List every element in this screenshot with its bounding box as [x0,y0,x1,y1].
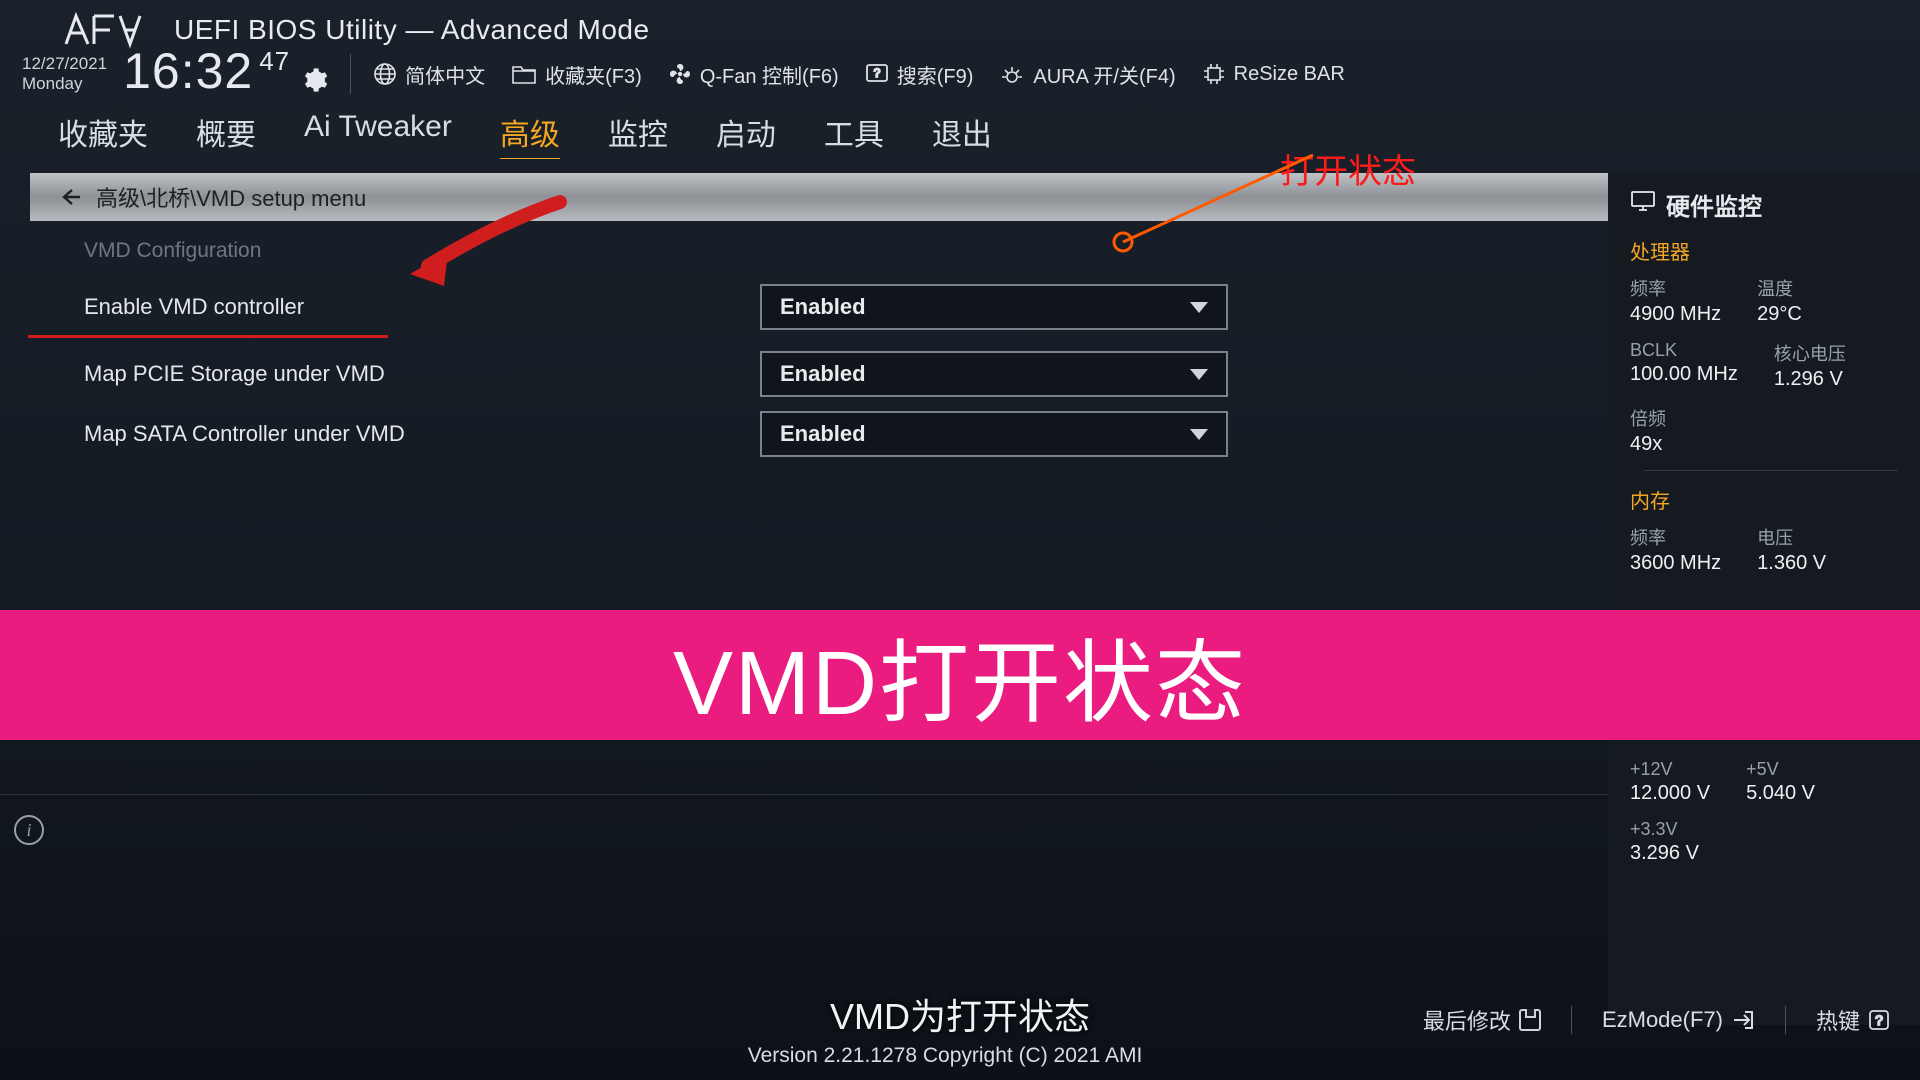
language-label: 简体中文 [405,60,485,89]
section-title: VMD Configuration [84,239,1608,263]
favorites-tool[interactable]: 收藏夹(F3) [511,60,642,89]
mem-heading: 内存 [1630,485,1898,514]
qfan-label: Q-Fan 控制(F6) [700,60,839,89]
folder-icon [511,63,537,85]
brand-logo [60,10,144,50]
resizebar-label: ReSize BAR [1234,63,1345,86]
gear-icon[interactable] [300,48,328,106]
hotkey-button[interactable]: 热键 ? [1816,1004,1890,1036]
volt-12: +12V12.000 V [1630,759,1710,805]
weekday: Monday [22,74,107,94]
globe-icon [373,62,397,86]
cpu-freq: 频率4900 MHz [1630,275,1721,326]
separator [1571,1006,1572,1034]
tab-4[interactable]: 监控 [608,110,668,159]
help-area: i [0,794,1608,994]
footer: 最后修改 EzMode(F7) 热键 ? Version 2.21.1278 C… [0,1004,1920,1080]
question-key-icon: ? [1868,1009,1890,1031]
setting-row: Map PCIE Storage under VMD Enabled [0,344,1608,404]
tab-5[interactable]: 启动 [716,110,776,159]
ezmode-button[interactable]: EzMode(F7) [1602,1007,1755,1033]
aura-label: AURA 开/关(F4) [1033,60,1175,89]
dropdown-value: Enabled [780,421,866,447]
cpu-ratio: 倍频49x [1630,405,1666,456]
breadcrumb[interactable]: 高级\北桥\VMD setup menu [30,173,1608,221]
date-block: 12/27/2021 Monday [22,54,107,93]
breadcrumb-text: 高级\北桥\VMD setup menu [96,181,366,213]
chevron-down-icon [1190,302,1208,313]
divider [1644,470,1898,471]
annotation-underline [28,335,388,338]
search-tool[interactable]: ? 搜索(F9) [865,60,974,89]
separator [350,54,351,94]
chevron-down-icon [1190,429,1208,440]
svg-text:?: ? [873,66,880,80]
volt-5: +5V5.040 V [1746,759,1815,805]
version-text: Version 2.21.1278 Copyright (C) 2021 AMI [0,1044,1890,1068]
cpu-vcore: 核心电压1.296 V [1774,340,1846,391]
banner-text: VMD打开状态 [673,610,1247,740]
tab-6[interactable]: 工具 [824,110,884,159]
search-icon: ? [865,62,889,86]
setting-row: Map SATA Controller under VMD Enabled [0,404,1608,464]
setting-label: Map SATA Controller under VMD [84,421,405,447]
setting-dropdown[interactable]: Enabled [760,411,1228,457]
sidebar-title: 硬件监控 [1630,187,1898,222]
setting-row: Enable VMD controller Enabled [0,277,1608,337]
dropdown-value: Enabled [780,361,866,387]
clock: 16:3247 [123,42,328,106]
setting-dropdown[interactable]: Enabled [760,284,1228,330]
info-icon: i [14,815,44,845]
language-tool[interactable]: 简体中文 [373,60,485,89]
setting-dropdown[interactable]: Enabled [760,351,1228,397]
nav-tabs: 收藏夹概要 Ai Tweaker 高级监控启动工具退出 [0,96,1920,173]
toolbar: 12/27/2021 Monday 16:3247 简体中文 收藏夹(F3) Q… [0,52,1920,96]
save-icon [1519,1009,1541,1031]
dropdown-value: Enabled [780,294,866,320]
tab-0[interactable]: 收藏夹 [58,110,148,159]
annotation-banner: VMD打开状态 [0,610,1920,740]
cpu-temp: 温度29°C [1757,275,1802,326]
last-modified-button[interactable]: 最后修改 [1423,1004,1541,1036]
cpu-bclk: BCLK100.00 MHz [1630,340,1738,391]
mem-volt: 电压1.360 V [1757,524,1826,575]
exit-icon [1731,1009,1755,1031]
resizebar-tool[interactable]: ReSize BAR [1202,62,1345,86]
tab-3[interactable]: 高级 [500,110,560,159]
hardware-monitor-panel: 硬件监控 处理器 频率4900 MHz 温度29°C BCLK100.00 MH… [1608,173,1920,1025]
qfan-tool[interactable]: Q-Fan 控制(F6) [668,60,839,89]
aura-icon [999,63,1025,85]
tab-1[interactable]: 概要 [196,110,256,159]
cpu-heading: 处理器 [1630,236,1898,265]
separator [1785,1006,1786,1034]
setting-label: Enable VMD controller [84,294,304,320]
back-icon[interactable] [60,187,82,207]
fan-icon [668,62,692,86]
chevron-down-icon [1190,369,1208,380]
tab-2[interactable]: Ai Tweaker [304,110,452,159]
tab-7[interactable]: 退出 [932,110,992,159]
content-pane: 高级\北桥\VMD setup menu VMD Configuration E… [0,173,1608,1025]
volt-33: +3.3V3.296 V [1630,819,1699,865]
favorites-label: 收藏夹(F3) [545,60,642,89]
monitor-icon [1630,190,1656,219]
setting-label: Map PCIE Storage under VMD [84,361,385,387]
mem-freq: 频率3600 MHz [1630,524,1721,575]
svg-text:?: ? [1875,1012,1883,1028]
search-label: 搜索(F9) [897,60,974,89]
chip-icon [1202,62,1226,86]
aura-tool[interactable]: AURA 开/关(F4) [999,60,1175,89]
date: 12/27/2021 [22,54,107,73]
